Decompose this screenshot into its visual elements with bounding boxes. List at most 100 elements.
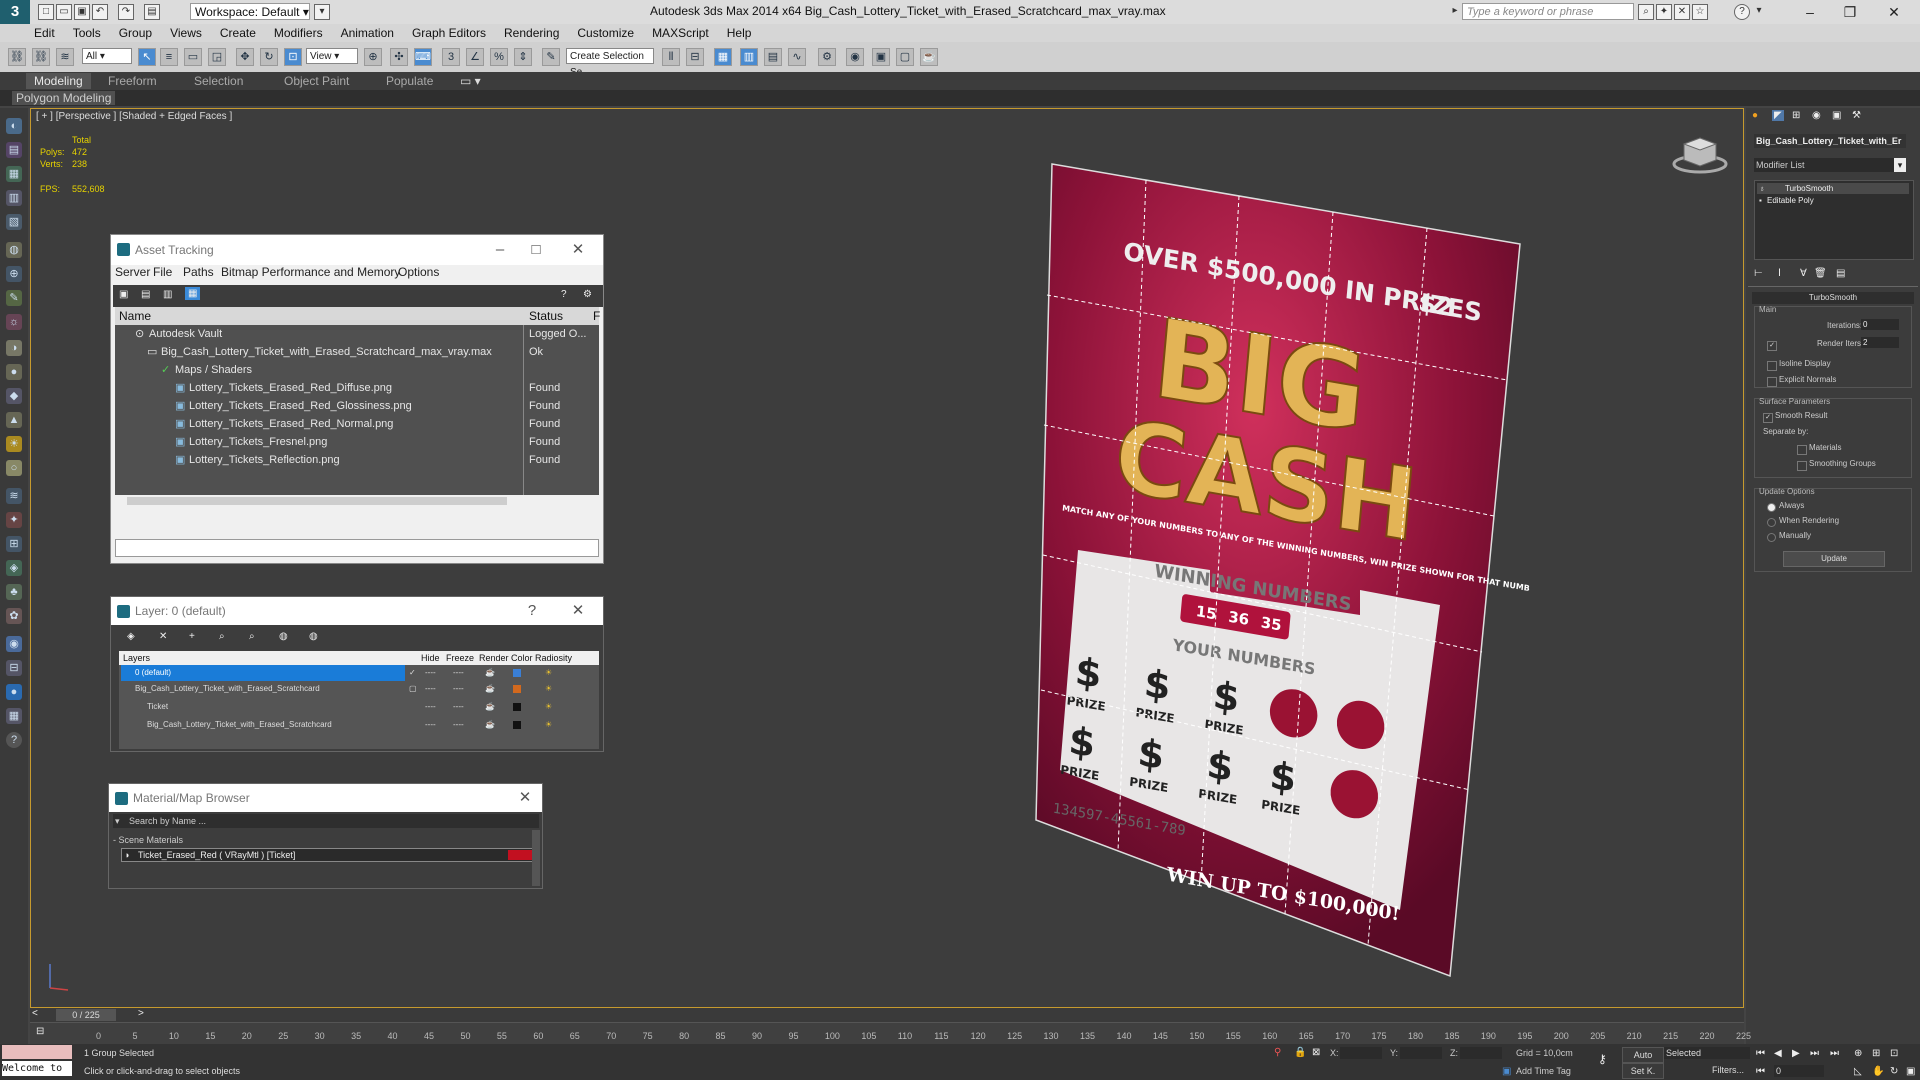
y-coordinate-field[interactable] [1400,1047,1442,1059]
layer-color-swatch[interactable] [513,703,521,711]
iterations-spinner[interactable]: 0 [1861,319,1899,330]
tool-16-icon[interactable]: ≋ [6,488,22,504]
window-crossing-icon[interactable]: ◲ [208,48,226,66]
tool-8-icon[interactable]: ✎ [6,290,22,306]
key-mode-icon[interactable]: ⏮ [1756,1066,1765,1077]
zoom-extents-icon[interactable]: ⊡ [1890,1048,1898,1059]
scrollbar-thumb[interactable] [127,497,507,505]
utilities-tab-icon[interactable]: ⚒ [1852,110,1861,121]
radiosity-col-header[interactable]: Radiosity [535,651,572,665]
selection-filter-dropdown[interactable]: All ▾ [82,48,132,64]
hide-col-header[interactable]: Hide [421,651,440,665]
asset-settings-icon[interactable]: ⚙ [583,289,592,300]
mini-curve-editor-icon[interactable]: ⊟ [36,1026,44,1037]
radiosity-icon[interactable]: ☀ [545,681,552,697]
motion-tab-icon[interactable]: ◉ [1812,110,1821,121]
lottery-ticket-object[interactable]: OVER $500,000 IN PRIZES $2 BIG CASH MATC… [1030,160,1530,980]
fov-icon[interactable]: ◺ [1854,1066,1862,1077]
freeze-toggle[interactable]: ---- [453,665,464,681]
customize-qat-icon[interactable]: ▾ [314,4,330,20]
tab-object-paint[interactable]: Object Paint [276,73,357,89]
asset-minimize-button[interactable]: – [487,235,513,265]
hide-toggle[interactable]: ---- [425,665,436,681]
schematic-view-icon[interactable]: ⚙ [818,48,836,66]
menu-graph-editors[interactable]: Graph Editors [403,24,495,40]
radiosity-icon[interactable]: ☀ [545,665,552,681]
track-bar[interactable]: 0 5 10 15 20 25 30 35 40 45 50 55 60 65 70 75 80 85 90 95 10… [30,1022,1751,1045]
render-teapot-icon[interactable]: ☕ [485,665,495,681]
communication-center-icon[interactable]: ✕ [1674,4,1690,20]
select-by-name-icon[interactable]: ≡ [160,48,178,66]
layer-row[interactable]: Ticket ---- ---- ☕ ☀ [119,699,599,715]
stack-item[interactable]: ▪ Editable Poly [1757,195,1909,206]
link-icon[interactable]: ⛓ [8,48,26,66]
tool-17-icon[interactable]: ✦ [6,512,22,528]
object-name-field[interactable]: Big_Cash_Lottery_Ticket_with_Er [1754,134,1906,148]
tool-2-icon[interactable]: ▤ [6,142,22,158]
pin-stack-icon[interactable]: ⊢ [1754,268,1763,279]
keyboard-shortcut-override-icon[interactable]: ⌨ [414,48,432,66]
tool-10-icon[interactable]: ◑ [6,340,22,356]
ribbon-options-icon[interactable]: ▭ ▾ [452,73,489,89]
tool-12-icon[interactable]: ◆ [6,388,22,404]
tool-9-icon[interactable]: ☼ [6,314,22,330]
asset-menu-options[interactable]: Options [398,265,439,279]
named-selection-dropdown[interactable]: Create Selection Se [566,48,654,78]
current-frame-field[interactable]: 0 [1774,1065,1824,1077]
close-window-button[interactable]: ✕ [1874,0,1914,24]
make-unique-icon[interactable]: ∀ [1800,268,1807,279]
move-icon[interactable]: ✥ [236,48,254,66]
table-row[interactable]: ▣ Lottery_Tickets_Fresnel.png Found [115,433,599,451]
tool-25-icon[interactable]: ▦ [6,708,22,724]
layer-color-swatch[interactable] [513,685,521,693]
table-row[interactable]: ▣ Lottery_Tickets_Erased_Red_Glossiness.p… [115,397,599,415]
table-row[interactable]: ▣ Lottery_Tickets_Erased_Red_Diffuse.png F… [115,379,599,397]
hide-toggle[interactable]: ---- [425,681,436,697]
menu-rendering[interactable]: Rendering [495,24,568,40]
hide-toggle[interactable]: ---- [425,717,436,733]
angle-snap-icon[interactable]: ∠ [466,48,484,66]
modify-tab-icon[interactable]: ◤ [1772,110,1784,121]
key-filters-button[interactable]: Filters... [1664,1063,1748,1077]
asset-path-field[interactable] [115,539,599,557]
tab-selection[interactable]: Selection [186,73,251,89]
material-editor-icon[interactable]: ◉ [846,48,864,66]
viewport-label[interactable]: [ + ] [Perspective ] [Shaded + Edged Fac… [36,111,232,122]
show-end-result-icon[interactable]: Ⅰ [1778,268,1781,279]
asset-col-name[interactable]: Name [119,309,151,323]
when-rendering-radio[interactable] [1767,518,1776,527]
smoothing-groups-checkbox[interactable] [1797,461,1807,471]
asset-menu-server[interactable]: Server [115,265,150,279]
table-row[interactable]: ▣ Lottery_Tickets_Reflection.png Found [115,451,599,469]
select-manipulate-icon[interactable]: ✣ [390,48,408,66]
pivot-center-icon[interactable]: ⊕ [364,48,382,66]
play-icon[interactable]: ▶ [1792,1048,1800,1059]
menu-create[interactable]: Create [211,24,265,40]
select-object-icon[interactable]: ↖ [138,48,156,66]
graphite-ribbon-icon[interactable]: ▤ [764,48,782,66]
freeze-toggle[interactable]: ---- [453,681,464,697]
help-dropdown-icon[interactable]: ▾ [1752,4,1766,18]
absolute-mode-icon[interactable]: ⊠ [1312,1047,1320,1058]
minimize-button[interactable]: – [1790,0,1830,24]
materials-checkbox[interactable] [1797,445,1807,455]
tool-5-icon[interactable]: ▧ [6,214,22,230]
auto-key-button[interactable]: Auto [1622,1047,1664,1063]
scene-materials-group[interactable]: - Scene Materials [113,834,539,846]
material-search-input[interactable]: ▾ Search by Name ... [113,814,539,828]
asset-close-button[interactable]: ✕ [565,235,591,265]
update-button[interactable]: Update [1783,551,1885,567]
rotate-icon[interactable]: ↻ [260,48,278,66]
render-col-header[interactable]: Render [479,651,509,665]
tool-24-icon[interactable]: ● [6,684,22,700]
save-icon[interactable]: ▣ [74,4,90,20]
x-coordinate-field[interactable] [1340,1047,1382,1059]
time-prev-icon[interactable]: < [32,1008,38,1019]
redo-icon[interactable]: ↷ [118,4,134,20]
sun-icon[interactable]: ☀ [6,436,22,452]
scene-explorer-icon[interactable]: ▦ [714,48,732,66]
tool-21-icon[interactable]: ✿ [6,608,22,624]
favorites-star-icon[interactable]: ☆ [1692,4,1708,20]
next-frame-icon[interactable]: ⏭ [1810,1048,1819,1059]
maxscript-listener-input[interactable]: Welcome to [2,1061,72,1076]
